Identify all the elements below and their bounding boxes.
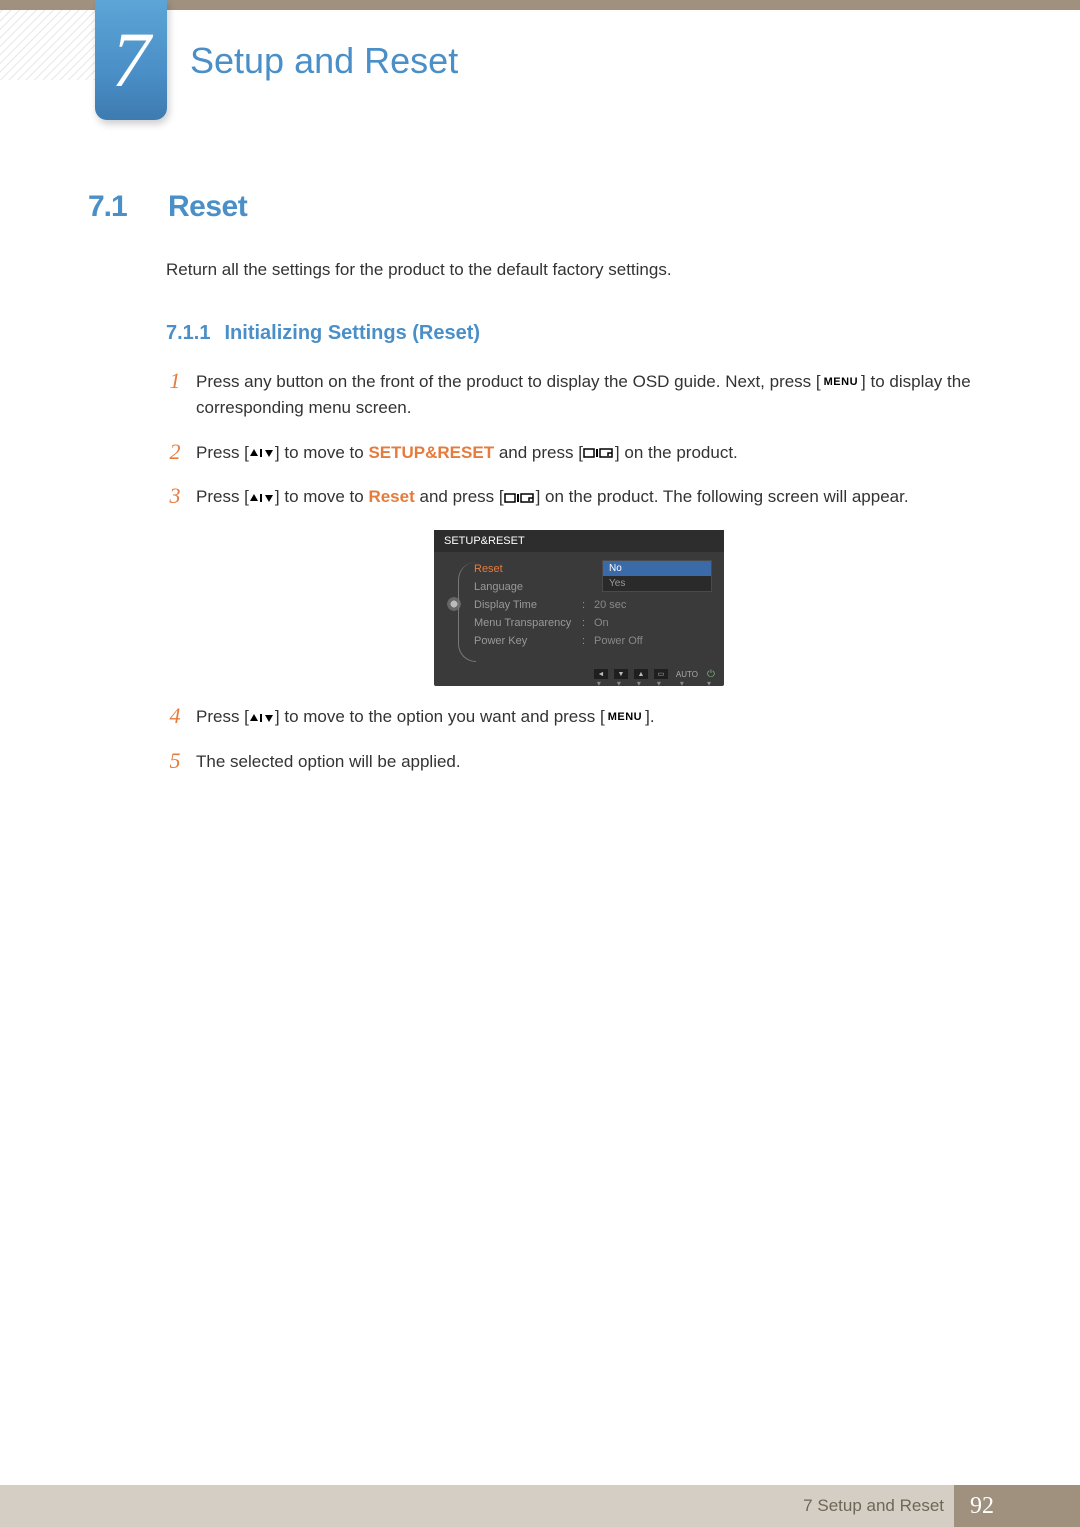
osd-dropdown: No Yes <box>602 560 712 592</box>
page-footer: 7 Setup and Reset 92 <box>0 1485 1080 1527</box>
section-number: 7.1 <box>88 190 168 224</box>
step-1: 1 Press any button on the front of the p… <box>166 369 992 422</box>
text-fragment: ]. <box>645 707 654 726</box>
osd-up-icon: ▲ <box>634 669 648 679</box>
osd-power-icon: ⏻ <box>706 669 716 679</box>
highlighted-term: SETUP&RESET <box>368 443 494 462</box>
page-content: 7.1 Reset Return all the settings for th… <box>88 190 992 793</box>
osd-footer-buttons: ◄ ▼ ▲ ▭ AUTO ⏻ <box>434 666 724 682</box>
text-fragment: ] to move to <box>275 443 369 462</box>
step-number: 2 <box>166 440 184 464</box>
text-fragment: Press [ <box>196 487 249 506</box>
menu-button-label: MENU <box>821 377 861 388</box>
up-down-icon <box>249 447 275 459</box>
up-down-icon <box>249 492 275 504</box>
subsection-title: Initializing Settings (Reset) <box>224 322 480 345</box>
osd-menu-item-power-key: Power Key <box>474 632 582 650</box>
osd-value-power-key: Power Off <box>594 635 643 647</box>
text-fragment: ] to move to the option you want and pre… <box>275 707 605 726</box>
osd-menu-item-reset: Reset <box>474 560 582 578</box>
page-number: 92 <box>954 1485 1010 1527</box>
step-3: 3 Press [ ] to move to Reset and press []… <box>166 484 992 510</box>
osd-back-icon: ◄ <box>594 669 608 679</box>
osd-menu-item-display-time: Display Time <box>474 596 582 614</box>
osd-option-yes: Yes <box>603 576 711 591</box>
osd-icon-column <box>434 558 474 650</box>
osd-value-transparency: On <box>594 617 609 629</box>
chapter-title: Setup and Reset <box>190 40 458 82</box>
source-enter-icon <box>504 492 536 504</box>
osd-option-no: No <box>603 561 711 576</box>
osd-menu-item-transparency: Menu Transparency <box>474 614 582 632</box>
osd-menu-list: Reset Language Display Time Menu Transpa… <box>474 558 582 650</box>
chapter-tab: 7 <box>95 0 167 120</box>
section-heading: 7.1 Reset <box>88 190 992 224</box>
subsection-number: 7.1.1 <box>166 322 210 345</box>
subsection-heading: 7.1.1 Initializing Settings (Reset) <box>166 322 992 345</box>
footer-chapter-label: 7 Setup and Reset <box>803 1496 944 1516</box>
osd-enter-icon: ▭ <box>654 669 668 679</box>
osd-bracket-decoration <box>458 562 476 662</box>
menu-button-label: MENU <box>605 712 645 723</box>
osd-menu-item-language: Language <box>474 578 582 596</box>
osd-body: Reset Language Display Time Menu Transpa… <box>434 552 724 666</box>
footer-accent-strip <box>1010 1485 1080 1527</box>
osd-value-display-time: 20 sec <box>594 599 626 611</box>
osd-screenshot: SETUP&RESET Reset Language Display Time … <box>434 530 724 686</box>
text-fragment: Press [ <box>196 707 249 726</box>
step-number: 1 <box>166 369 184 393</box>
osd-auto-label: AUTO <box>674 670 700 679</box>
up-down-icon <box>249 712 275 724</box>
step-number: 5 <box>166 749 184 773</box>
chapter-number: 7 <box>112 15 151 105</box>
highlighted-term: Reset <box>368 487 414 506</box>
text-fragment: ] on the product. <box>615 443 738 462</box>
text-fragment: Press any button on the front of the pro… <box>196 372 821 391</box>
osd-down-icon: ▼ <box>614 669 628 679</box>
osd-title: SETUP&RESET <box>434 530 724 552</box>
section-description: Return all the settings for the product … <box>166 260 992 280</box>
step-text: Press any button on the front of the pro… <box>196 369 992 422</box>
step-text: Press [ ] to move to Reset and press [ ] o… <box>196 484 992 510</box>
steps-list: 1 Press any button on the front of the p… <box>166 369 992 775</box>
step-number: 3 <box>166 484 184 508</box>
step-text: The selected option will be applied. <box>196 749 992 775</box>
step-text: Press [ ] to move to SETUP&RESET and pres… <box>196 440 992 466</box>
text-fragment: ] to move to <box>275 487 369 506</box>
text-fragment: ] on the product. The following screen w… <box>536 487 909 506</box>
text-fragment: and press [ <box>494 443 583 462</box>
step-5: 5 The selected option will be applied. <box>166 749 992 775</box>
step-number: 4 <box>166 704 184 728</box>
text-fragment: and press [ <box>415 487 504 506</box>
step-text: Press [ ] to move to the option you want … <box>196 704 992 730</box>
source-enter-icon <box>583 447 615 459</box>
section-title: Reset <box>168 190 247 224</box>
text-fragment: Press [ <box>196 443 249 462</box>
step-2: 2 Press [ ] to move to SETUP&RESET and pr… <box>166 440 992 466</box>
step-4: 4 Press [ ] to move to the option you wan… <box>166 704 992 730</box>
